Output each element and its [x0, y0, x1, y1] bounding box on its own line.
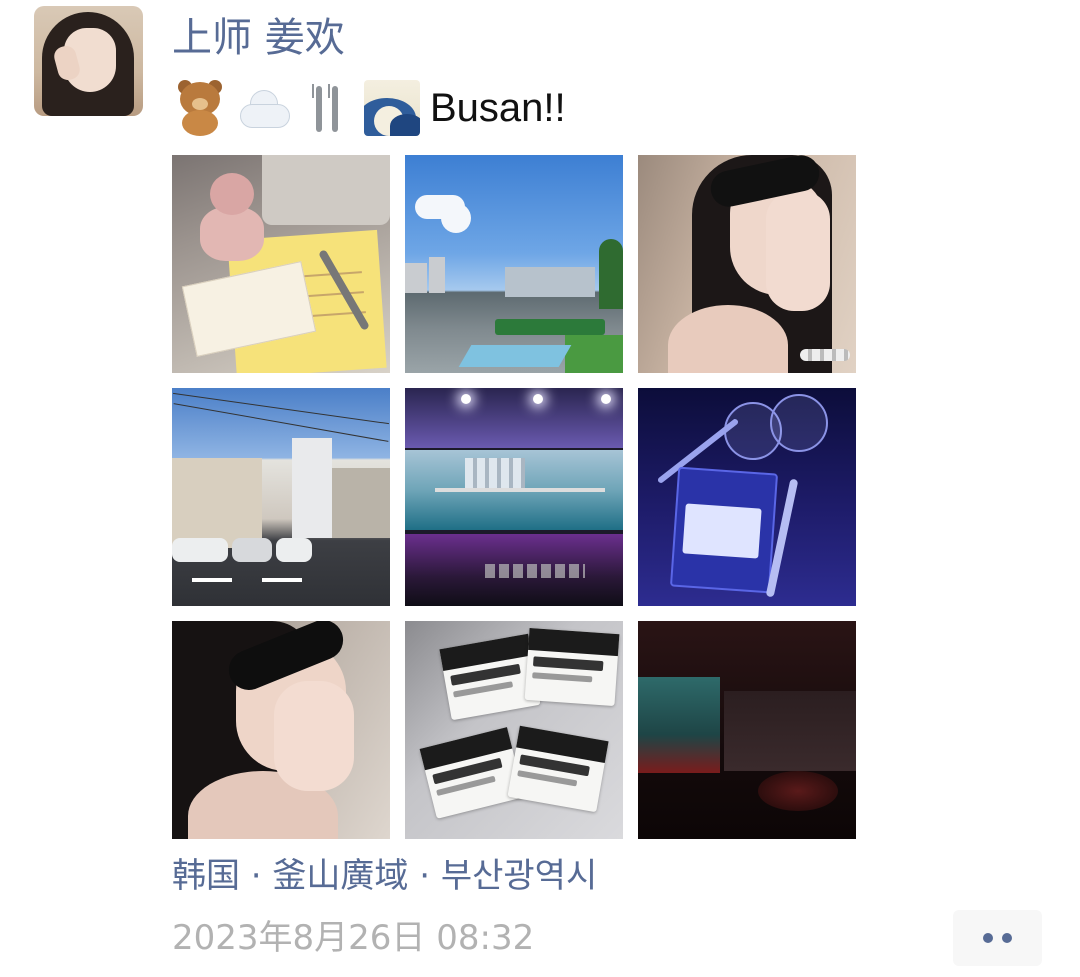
- post-caption: Busan!!: [172, 78, 566, 138]
- username-link[interactable]: 上师 姜欢: [172, 10, 345, 66]
- photo-9[interactable]: [638, 621, 856, 839]
- fork-and-knife-icon: [300, 80, 356, 136]
- location-link[interactable]: 韩国 · 釜山廣域 · 부산광역시: [172, 852, 597, 900]
- photo-3[interactable]: [638, 155, 856, 373]
- photo-7[interactable]: [172, 621, 390, 839]
- teddy-bear-icon: [172, 80, 228, 136]
- more-dot-icon: [983, 933, 993, 943]
- avatar[interactable]: [34, 6, 143, 116]
- more-dot-icon: [1002, 933, 1012, 943]
- photo-2[interactable]: [405, 155, 623, 373]
- cloud-icon: [236, 80, 292, 136]
- post-timestamp: 2023年8月26日 08:32: [172, 918, 535, 958]
- photo-6[interactable]: [638, 388, 856, 606]
- more-actions-button[interactable]: [953, 910, 1042, 966]
- caption-text: Busan!!: [430, 85, 566, 130]
- water-wave-icon: [364, 80, 420, 136]
- photo-1[interactable]: [172, 155, 390, 373]
- photo-8[interactable]: [405, 621, 623, 839]
- photo-5[interactable]: [405, 388, 623, 606]
- photo-4[interactable]: [172, 388, 390, 606]
